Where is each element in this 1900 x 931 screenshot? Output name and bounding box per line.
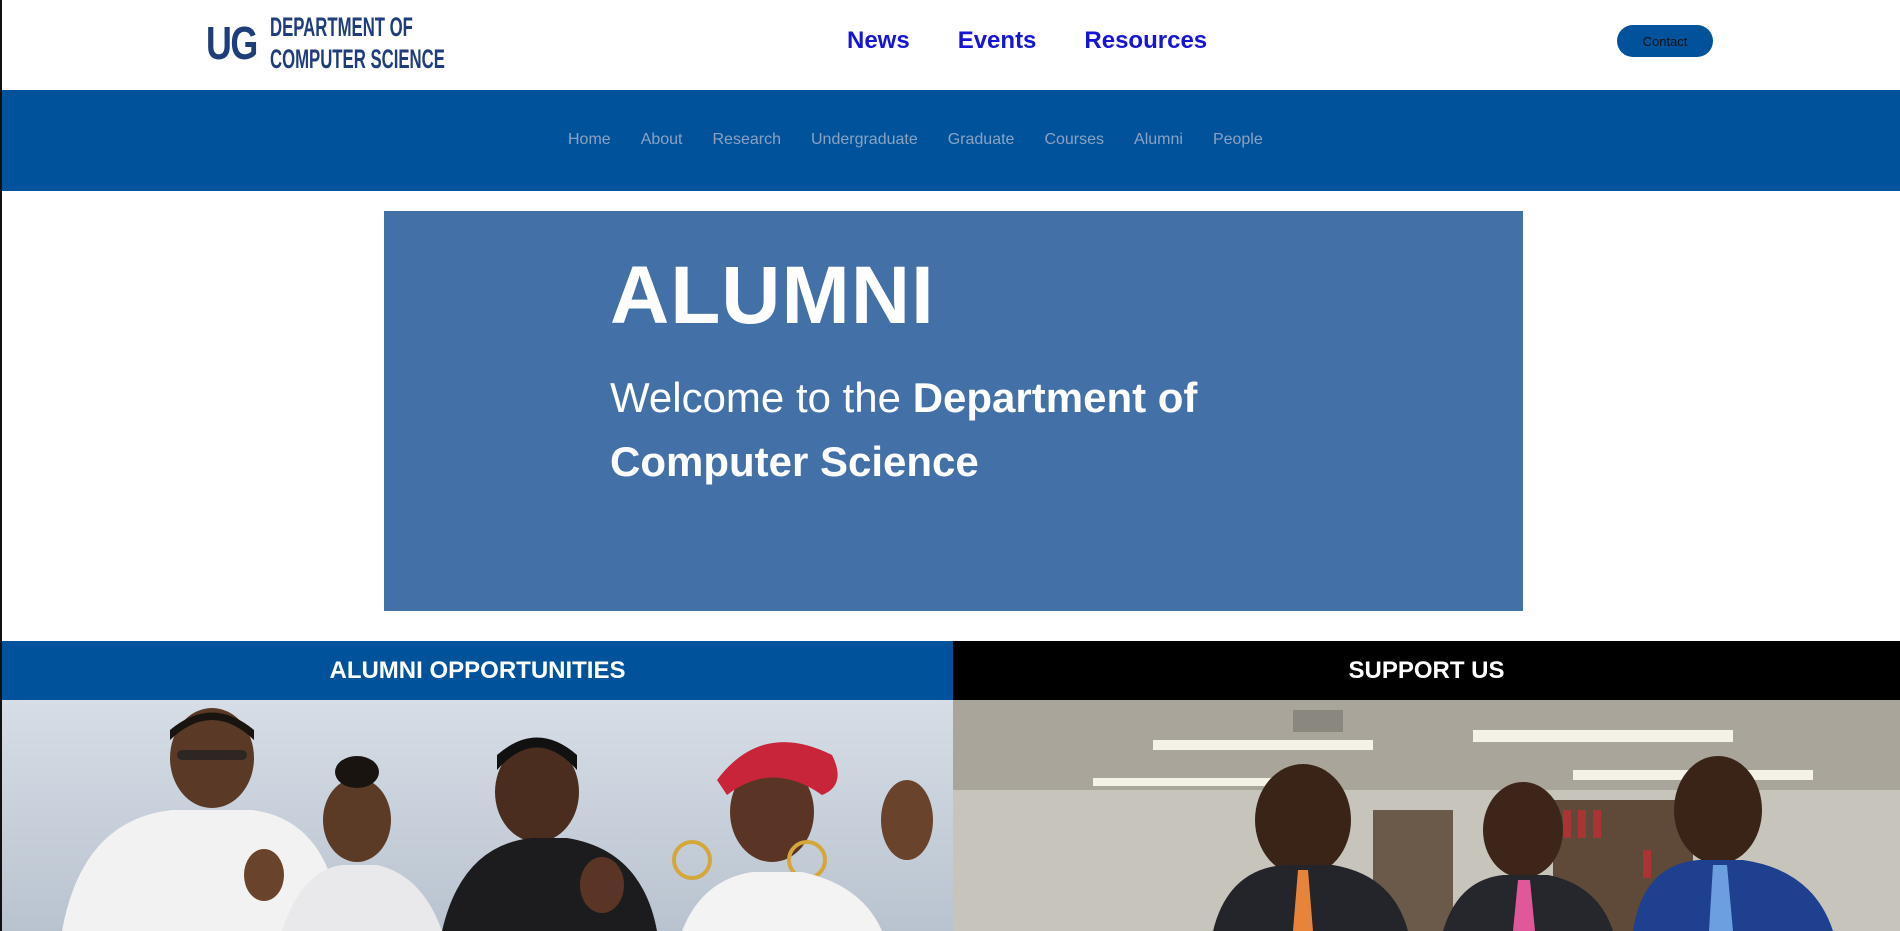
logo-department-name: DEPARTMENT OF COMPUTER SCIENCE	[270, 11, 445, 75]
alumni-group-photo	[2, 700, 953, 931]
top-nav-news[interactable]: News	[847, 24, 910, 58]
hero-subtitle: Welcome to the Department of Computer Sc…	[610, 366, 1290, 494]
hero-subtitle-plain: Welcome to the	[610, 374, 913, 421]
top-nav-events[interactable]: Events	[958, 24, 1037, 58]
hero-title: ALUMNI	[610, 250, 935, 341]
main-menu: Home About Research Undergraduate Gradua…	[568, 130, 1293, 150]
main-menu-bar: Home About Research Undergraduate Gradua…	[2, 90, 1900, 191]
supporters-photo	[953, 700, 1900, 931]
hero-banner: ALUMNI Welcome to the Department of Comp…	[384, 211, 1523, 611]
menu-item-alumni[interactable]: Alumni	[1134, 130, 1183, 150]
logo-line-1: DEPARTMENT OF	[270, 12, 413, 42]
support-us-panel[interactable]: SUPPORT US	[953, 641, 1900, 931]
menu-item-undergraduate[interactable]: Undergraduate	[811, 130, 918, 150]
support-us-heading[interactable]: SUPPORT US	[953, 641, 1900, 700]
alumni-opportunities-panel[interactable]: ALUMNI OPPORTUNITIES	[2, 641, 953, 931]
top-nav-resources[interactable]: Resources	[1084, 24, 1207, 58]
site-header: UG DEPARTMENT OF COMPUTER SCIENCE News E…	[2, 0, 1900, 90]
menu-item-research[interactable]: Research	[713, 130, 781, 150]
menu-item-courses[interactable]: Courses	[1044, 130, 1104, 150]
logo-line-2: COMPUTER SCIENCE	[270, 44, 445, 74]
menu-item-graduate[interactable]: Graduate	[948, 130, 1015, 150]
top-nav: News Events Resources	[847, 24, 1255, 58]
menu-item-people[interactable]: People	[1213, 130, 1263, 150]
alumni-opportunities-heading[interactable]: ALUMNI OPPORTUNITIES	[2, 641, 953, 700]
department-logo[interactable]: UG DEPARTMENT OF COMPUTER SCIENCE	[202, 5, 445, 81]
contact-button[interactable]: Contact	[1617, 25, 1713, 57]
logo-ug-text: UG	[206, 17, 258, 69]
menu-item-about[interactable]: About	[641, 130, 683, 150]
menu-item-home[interactable]: Home	[568, 130, 611, 150]
